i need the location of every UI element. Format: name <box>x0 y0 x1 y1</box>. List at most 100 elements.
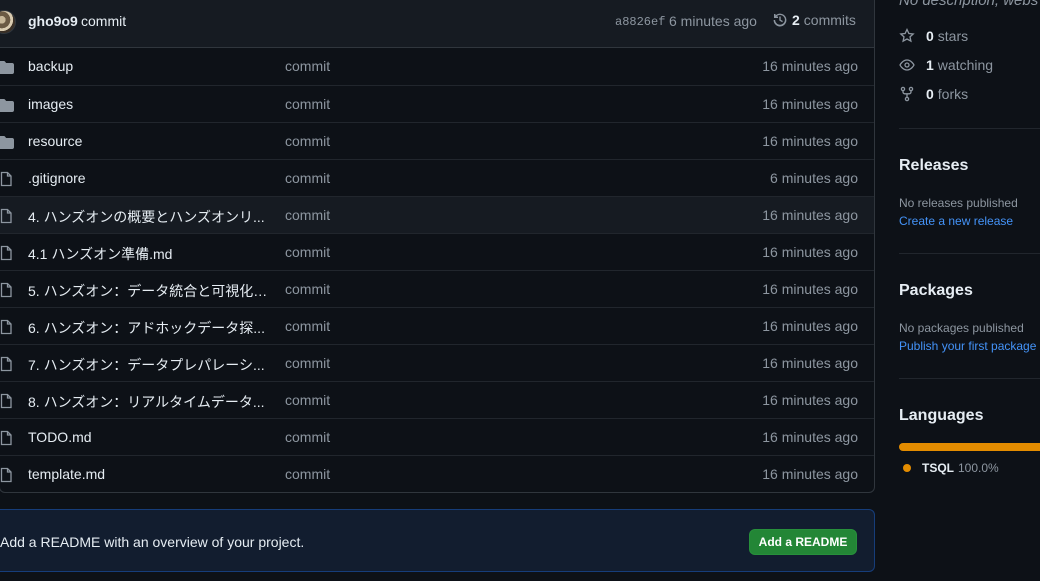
file-row[interactable]: 4.1 ハンズオン準備.md commit 16 minutes ago <box>0 233 874 270</box>
file-name-link[interactable]: TODO.md <box>28 429 92 445</box>
file-commit-message-link[interactable]: commit <box>285 429 330 445</box>
commits-count: 2 <box>792 12 800 28</box>
language-item-tsql[interactable]: TSQL 100.0% <box>903 461 999 475</box>
file-row[interactable]: template.md commit 16 minutes ago <box>0 455 874 492</box>
eye-icon <box>899 59 915 71</box>
no-releases-text: No releases published <box>899 196 1018 210</box>
stars-link[interactable]: 0 stars <box>899 28 968 44</box>
add-readme-banner: Add a README with an overview of your pr… <box>0 509 875 572</box>
file-commit-age: 16 minutes ago <box>762 244 858 260</box>
file-commit-message-link[interactable]: commit <box>285 58 330 74</box>
file-commit-message-link[interactable]: commit <box>285 133 330 149</box>
file-name-link[interactable]: 4.1 ハンズオン準備.md <box>28 244 172 264</box>
packages-heading[interactable]: Packages <box>899 282 973 300</box>
file-name-link[interactable]: .gitignore <box>28 170 86 186</box>
file-commit-message-link[interactable]: commit <box>285 207 330 223</box>
language-name: TSQL <box>922 461 954 475</box>
file-row[interactable]: 7. ハンズオン：データプレパレーシ... commit 16 minutes ag… <box>0 344 874 381</box>
latest-commit-bar: gho9o9 commit a8826ef 6 minutes ago 2 co… <box>0 0 874 48</box>
file-commit-message-link[interactable]: commit <box>285 96 330 112</box>
repo-description: No description, webs <box>899 0 1039 9</box>
file-row[interactable]: 4. ハンズオンの概要とハンズオンリ... commit 16 minutes ag… <box>0 196 874 233</box>
forks-count: 0 <box>926 86 934 102</box>
file-icon <box>0 430 12 446</box>
file-name-link[interactable]: 6. ハンズオン：アドホックデータ探... <box>28 318 265 338</box>
releases-heading[interactable]: Releases <box>899 157 968 175</box>
file-icon <box>0 171 12 187</box>
file-row[interactable]: images commit 16 minutes ago <box>0 85 874 122</box>
file-row[interactable]: TODO.md commit 16 minutes ago <box>0 418 874 455</box>
folder-icon <box>0 136 14 149</box>
file-name-link[interactable]: images <box>28 96 73 112</box>
create-release-link[interactable]: Create a new release <box>899 214 1013 228</box>
file-commit-message-link[interactable]: commit <box>285 170 330 186</box>
readme-prompt-text: Add a README with an overview of your pr… <box>0 534 305 550</box>
file-commit-message-link[interactable]: commit <box>285 466 330 482</box>
file-commit-age: 16 minutes ago <box>762 429 858 445</box>
file-commit-message-link[interactable]: commit <box>285 281 330 297</box>
file-icon <box>0 319 12 335</box>
file-row[interactable]: backup commit 16 minutes ago <box>0 48 874 85</box>
file-name-link[interactable]: 5. ハンズオン：データ統合と可視化.... <box>28 281 268 301</box>
file-commit-age: 16 minutes ago <box>762 281 858 297</box>
languages-heading: Languages <box>899 407 984 424</box>
no-packages-text: No packages published <box>899 321 1024 335</box>
commit-message-link[interactable]: commit <box>81 13 126 29</box>
commit-author-link[interactable]: gho9o9 <box>28 13 78 29</box>
file-icon <box>0 393 12 409</box>
file-commit-age: 16 minutes ago <box>762 96 858 112</box>
file-commit-age: 16 minutes ago <box>762 466 858 482</box>
file-commit-age: 16 minutes ago <box>762 355 858 371</box>
commit-history-link[interactable]: 2 commits <box>772 12 856 28</box>
history-icon <box>773 13 787 27</box>
commit-time: 6 minutes ago <box>669 13 757 29</box>
file-commit-age: 16 minutes ago <box>762 207 858 223</box>
file-name-link[interactable]: 7. ハンズオン：データプレパレーシ... <box>28 355 265 375</box>
file-row[interactable]: resource commit 16 minutes ago <box>0 122 874 159</box>
file-commit-age: 6 minutes ago <box>770 170 858 186</box>
publish-package-link[interactable]: Publish your first package <box>899 339 1036 353</box>
language-color-dot <box>903 464 911 472</box>
file-row[interactable]: 6. ハンズオン：アドホックデータ探... commit 16 minutes ag… <box>0 307 874 344</box>
file-commit-age: 16 minutes ago <box>762 58 858 74</box>
sidebar-divider <box>899 128 1040 129</box>
add-readme-button[interactable]: Add a README <box>749 529 857 555</box>
stars-label: stars <box>937 28 969 44</box>
file-row[interactable]: 8. ハンズオン：リアルタイムデータ... commit 16 minutes ag… <box>0 381 874 418</box>
file-commit-age: 16 minutes ago <box>762 392 858 408</box>
file-list-box: gho9o9 commit a8826ef 6 minutes ago 2 co… <box>0 0 875 493</box>
file-commit-message-link[interactable]: commit <box>285 355 330 371</box>
file-name-link[interactable]: 8. ハンズオン：リアルタイムデータ... <box>28 392 265 412</box>
commit-sha-link[interactable]: a8826ef <box>615 15 665 29</box>
commits-label: commits <box>803 12 856 28</box>
forks-link[interactable]: 0 forks <box>899 86 968 102</box>
file-icon <box>0 356 12 372</box>
language-percent: 100.0% <box>958 461 999 475</box>
file-name-link[interactable]: template.md <box>28 466 105 482</box>
forks-label: forks <box>937 86 969 102</box>
file-row[interactable]: .gitignore commit 6 minutes ago <box>0 159 874 196</box>
file-commit-message-link[interactable]: commit <box>285 244 330 260</box>
star-icon <box>899 28 915 43</box>
folder-icon <box>0 61 14 74</box>
watching-label: watching <box>937 57 994 73</box>
avatar[interactable] <box>0 10 16 34</box>
stars-count: 0 <box>926 28 934 44</box>
file-name-link[interactable]: backup <box>28 58 73 74</box>
file-name-link[interactable]: resource <box>28 133 82 149</box>
language-bar <box>899 443 1040 451</box>
file-icon <box>0 208 12 224</box>
sidebar-divider <box>899 253 1040 254</box>
file-icon <box>0 245 12 261</box>
file-commit-message-link[interactable]: commit <box>285 318 330 334</box>
file-commit-age: 16 minutes ago <box>762 318 858 334</box>
fork-icon <box>900 86 914 102</box>
watching-link[interactable]: 1 watching <box>899 57 993 73</box>
file-commit-age: 16 minutes ago <box>762 133 858 149</box>
sidebar-divider <box>899 378 1040 379</box>
folder-icon <box>0 99 14 112</box>
file-commit-message-link[interactable]: commit <box>285 392 330 408</box>
file-row[interactable]: 5. ハンズオン：データ統合と可視化.... commit 16 minutes a… <box>0 270 874 307</box>
watching-count: 1 <box>926 57 934 73</box>
file-name-link[interactable]: 4. ハンズオンの概要とハンズオンリ... <box>28 207 265 227</box>
